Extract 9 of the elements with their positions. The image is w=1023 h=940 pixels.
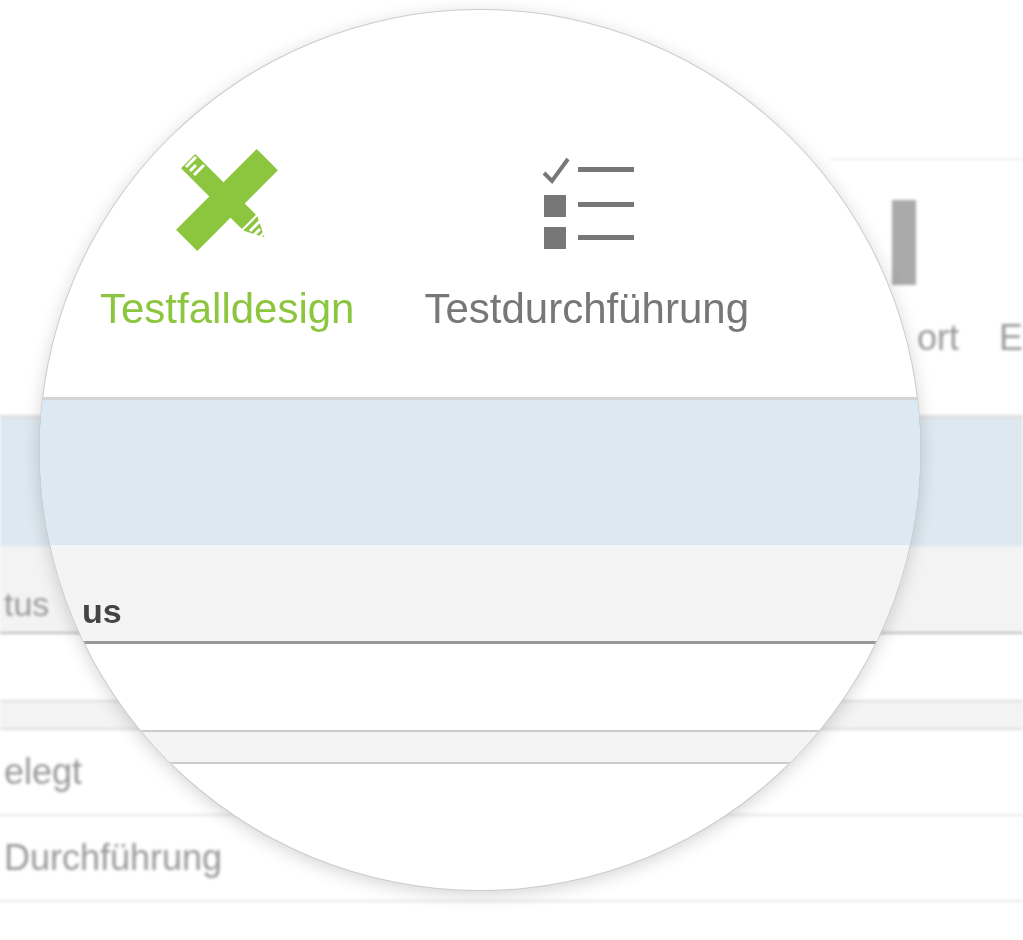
toolbar-label[interactable]: E	[999, 317, 1023, 359]
column-header: tus	[4, 585, 50, 624]
tab[interactable]: Testfalldesign	[100, 145, 355, 333]
toolbar-icon	[891, 200, 916, 285]
tab[interactable]: Testdurchführung	[424, 145, 750, 333]
toolbar-label[interactable]: ort	[916, 317, 959, 359]
column-header: us	[82, 592, 122, 631]
table-cell: elegt	[4, 751, 83, 793]
table-cell: Durchführung	[4, 837, 223, 879]
